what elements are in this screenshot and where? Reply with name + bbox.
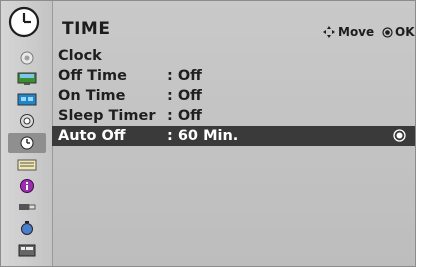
sidebar-item-usb[interactable] bbox=[8, 197, 46, 217]
menu-item-label: On Time bbox=[58, 88, 126, 104]
info-icon bbox=[20, 179, 34, 193]
pc-screen-icon bbox=[17, 93, 37, 106]
time-category-icon bbox=[7, 5, 41, 39]
menu-item-value: : Off bbox=[167, 108, 202, 124]
menu-item-clock[interactable]: Clock bbox=[52, 46, 415, 66]
menu-sidebar bbox=[1, 1, 53, 266]
sidebar-item-screen[interactable] bbox=[8, 69, 46, 89]
sidebar-item-media[interactable] bbox=[8, 240, 46, 260]
page-title: TIME bbox=[62, 19, 111, 39]
screen-icon bbox=[17, 72, 37, 85]
osd-menu-window: TIME Move OK Clock Off Time : Off On Tim… bbox=[0, 0, 416, 267]
menu-item-value: : 60 Min. bbox=[167, 128, 239, 144]
menu-item-value: : Off bbox=[167, 88, 202, 104]
menu-list: Clock Off Time : Off On Time : Off Sleep… bbox=[52, 46, 415, 146]
sidebar-item-time[interactable] bbox=[8, 133, 46, 153]
usb-icon bbox=[19, 204, 36, 210]
menu-header: TIME Move OK bbox=[52, 1, 415, 43]
sidebar-item-timer[interactable] bbox=[8, 218, 46, 238]
ok-button-icon bbox=[382, 26, 393, 38]
option-icon bbox=[17, 159, 37, 171]
menu-item-label: Clock bbox=[58, 48, 102, 64]
sidebar-item-option[interactable] bbox=[8, 155, 46, 175]
menu-item-label: Auto Off bbox=[58, 128, 126, 144]
menu-item-off-time[interactable]: Off Time : Off bbox=[52, 66, 415, 86]
menu-item-on-time[interactable]: On Time : Off bbox=[52, 86, 415, 106]
timer-icon bbox=[21, 221, 33, 235]
menu-item-sleep-timer[interactable]: Sleep Timer : Off bbox=[52, 106, 415, 126]
sidebar-item-info[interactable] bbox=[8, 176, 46, 196]
ok-hint: OK bbox=[382, 25, 415, 39]
media-icon bbox=[18, 244, 36, 257]
menu-item-value: : Off bbox=[167, 68, 202, 84]
sidebar-item-picture[interactable] bbox=[8, 48, 46, 68]
audio-icon bbox=[20, 114, 34, 128]
sidebar-item-pc[interactable] bbox=[8, 90, 46, 110]
menu-item-label: Sleep Timer bbox=[58, 108, 156, 124]
menu-item-auto-off[interactable]: Auto Off : 60 Min. bbox=[52, 126, 415, 146]
ok-hint-label: OK bbox=[395, 25, 415, 39]
picture-settings-icon bbox=[20, 51, 34, 65]
time-icon bbox=[20, 136, 34, 150]
move-hint: Move bbox=[322, 25, 374, 39]
sidebar-item-audio[interactable] bbox=[8, 111, 46, 131]
menu-item-label: Off Time bbox=[58, 68, 127, 84]
move-hint-label: Move bbox=[338, 25, 375, 39]
ok-select-icon bbox=[393, 129, 406, 142]
navigation-arrows-icon bbox=[323, 26, 335, 38]
